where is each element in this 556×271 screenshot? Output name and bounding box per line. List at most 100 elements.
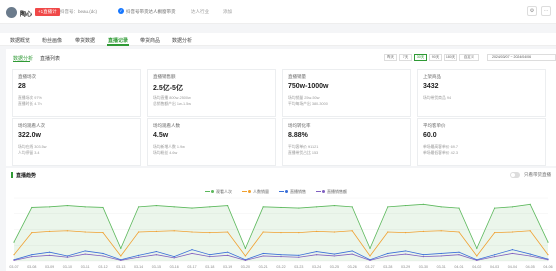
data-point[interactable]	[262, 255, 264, 257]
data-point[interactable]	[422, 203, 424, 205]
data-point[interactable]	[369, 255, 371, 257]
data-point[interactable]	[316, 230, 318, 232]
data-point[interactable]	[155, 204, 157, 207]
data-point[interactable]	[547, 241, 549, 243]
data-point[interactable]	[387, 255, 389, 257]
data-point[interactable]	[31, 254, 33, 256]
data-point[interactable]	[173, 257, 175, 259]
data-point[interactable]	[494, 254, 496, 256]
gear-icon[interactable]: ⚙	[527, 6, 537, 16]
data-point[interactable]	[440, 255, 442, 257]
range-90d[interactable]: 90天	[429, 54, 442, 61]
tab-analysis[interactable]: 数据分析	[172, 37, 192, 44]
data-point[interactable]	[244, 247, 246, 249]
data-point[interactable]	[66, 204, 68, 207]
range-yesterday[interactable]: 昨天	[384, 54, 397, 61]
data-point[interactable]	[458, 254, 460, 256]
data-point[interactable]	[262, 231, 264, 233]
data-point[interactable]	[529, 203, 531, 205]
data-point[interactable]	[476, 255, 478, 257]
data-point[interactable]	[351, 250, 353, 252]
data-point[interactable]	[120, 255, 122, 257]
data-point[interactable]	[458, 231, 460, 233]
tab-sales[interactable]: 带货数据	[75, 37, 95, 44]
data-point[interactable]	[280, 206, 282, 209]
data-point[interactable]	[476, 259, 478, 261]
data-point[interactable]	[262, 206, 264, 208]
data-point[interactable]	[351, 230, 353, 232]
data-point[interactable]	[155, 254, 157, 256]
tab-fans[interactable]: 粉丝画像	[42, 37, 62, 44]
data-point[interactable]	[155, 230, 157, 232]
data-point[interactable]	[191, 207, 193, 209]
data-point[interactable]	[173, 255, 175, 258]
data-point[interactable]	[280, 255, 282, 258]
data-point[interactable]	[333, 253, 335, 255]
data-point[interactable]	[316, 250, 318, 253]
data-point[interactable]	[227, 254, 229, 256]
more-icon[interactable]: ⋯	[541, 6, 551, 16]
data-point[interactable]	[31, 255, 33, 258]
data-point[interactable]	[280, 232, 282, 234]
data-point[interactable]	[173, 206, 175, 208]
tab-overview[interactable]: 数据概览	[10, 37, 30, 44]
data-point[interactable]	[547, 259, 549, 261]
data-point[interactable]	[13, 241, 15, 243]
data-point[interactable]	[138, 254, 140, 256]
subtab-live-list[interactable]: 直播列表	[40, 55, 60, 62]
data-point[interactable]	[387, 231, 389, 233]
data-point[interactable]	[173, 230, 175, 232]
data-point[interactable]	[102, 255, 104, 257]
data-point[interactable]	[244, 259, 246, 261]
data-point[interactable]	[120, 259, 122, 261]
data-point[interactable]	[209, 206, 211, 208]
data-point[interactable]	[547, 254, 549, 256]
data-point[interactable]	[138, 256, 140, 258]
data-point[interactable]	[227, 204, 229, 207]
data-point[interactable]	[191, 252, 193, 255]
data-point[interactable]	[102, 232, 104, 234]
follow-link[interactable]: 添加	[223, 9, 232, 15]
data-point[interactable]	[298, 254, 300, 256]
data-point[interactable]	[155, 250, 157, 253]
data-point[interactable]	[511, 231, 513, 233]
data-point[interactable]	[66, 255, 68, 257]
range-180d[interactable]: 180天	[444, 54, 457, 61]
data-point[interactable]	[31, 232, 33, 234]
data-point[interactable]	[138, 231, 140, 233]
data-point[interactable]	[209, 255, 211, 258]
data-point[interactable]	[333, 255, 335, 257]
data-point[interactable]	[191, 249, 193, 251]
data-point[interactable]	[511, 252, 513, 255]
data-point[interactable]	[369, 259, 371, 261]
data-point[interactable]	[102, 252, 104, 255]
data-point[interactable]	[49, 254, 51, 256]
data-point[interactable]	[84, 231, 86, 233]
data-point[interactable]	[49, 206, 51, 208]
data-point[interactable]	[440, 230, 442, 232]
data-point[interactable]	[422, 254, 424, 256]
data-point[interactable]	[529, 255, 531, 257]
range-7d[interactable]: 7天	[399, 54, 412, 61]
data-point[interactable]	[227, 251, 229, 253]
data-point[interactable]	[84, 253, 86, 255]
data-point[interactable]	[405, 204, 407, 207]
data-point[interactable]	[209, 232, 211, 234]
data-point[interactable]	[13, 259, 15, 261]
avatar[interactable]	[6, 7, 17, 18]
data-point[interactable]	[209, 254, 211, 256]
data-point[interactable]	[369, 247, 371, 249]
data-point[interactable]	[511, 249, 513, 251]
range-custom[interactable]: 自定义	[459, 54, 479, 61]
data-point[interactable]	[84, 250, 86, 252]
data-point[interactable]	[422, 230, 424, 232]
data-point[interactable]	[458, 251, 460, 253]
data-point[interactable]	[244, 255, 246, 257]
data-point[interactable]	[66, 230, 68, 232]
data-point[interactable]	[351, 206, 353, 208]
data-point[interactable]	[405, 250, 407, 252]
data-point[interactable]	[31, 206, 33, 209]
data-point[interactable]	[13, 254, 15, 256]
data-point[interactable]	[494, 207, 496, 209]
data-point[interactable]	[476, 247, 478, 249]
